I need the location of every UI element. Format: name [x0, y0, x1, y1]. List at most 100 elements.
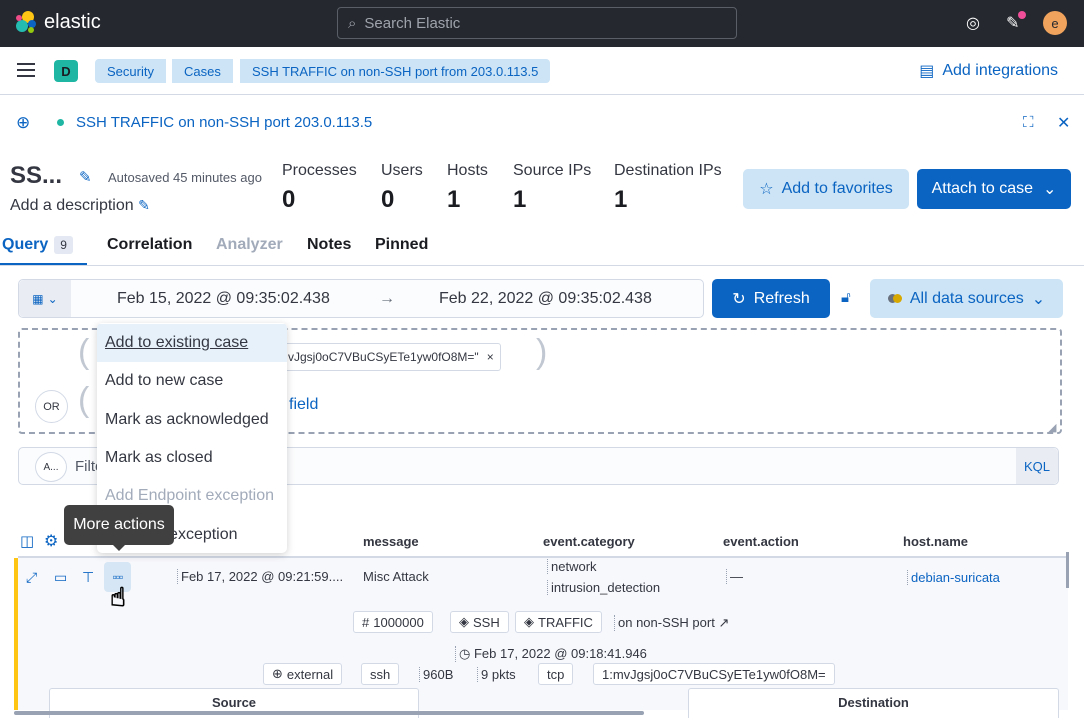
- tab-analyzer: Analyzer: [216, 236, 283, 253]
- event-timestamp[interactable]: ◷ Feb 17, 2022 @ 09:18:41.946: [455, 646, 647, 662]
- expand-event-icon[interactable]: ⤢: [26, 569, 37, 586]
- description-label: Add a description: [10, 197, 134, 214]
- menu-item-add-to-new-case[interactable]: Add to new case: [97, 362, 287, 400]
- stat-value: 0: [381, 186, 395, 213]
- community-id-badge[interactable]: 1:mvJgsj0oC7VBuCSyETe1yw0fO8M=: [593, 663, 835, 685]
- kql-toggle[interactable]: KQL: [1016, 448, 1058, 484]
- start-date[interactable]: Feb 15, 2022 @ 09:35:02.438: [117, 290, 330, 308]
- cell-event-category[interactable]: network: [547, 559, 597, 574]
- lock-icon[interactable]: 🔓︎: [841, 289, 851, 306]
- open-paren: (: [78, 381, 90, 419]
- refresh-label: Refresh: [753, 289, 810, 307]
- close-icon[interactable]: ✕: [1057, 113, 1070, 133]
- tab-correlation[interactable]: Correlation: [107, 236, 192, 254]
- hamburger-menu-icon[interactable]: [17, 63, 35, 77]
- provider-value: vJgsj0oC7VBuCSyETe1yw0fO8M=": [288, 350, 479, 364]
- add-to-favorites-label: Add to favorites: [781, 180, 893, 197]
- transport-badge[interactable]: tcp: [538, 663, 574, 685]
- and-badge[interactable]: A...: [35, 452, 67, 482]
- quick-select-button[interactable]: ▦ ⌄: [19, 280, 71, 317]
- active-tab-indicator: [0, 263, 87, 265]
- remove-icon[interactable]: ×: [487, 350, 494, 364]
- search-icon: ⌕: [348, 14, 357, 32]
- close-paren: ): [536, 333, 548, 371]
- field-browser-icon[interactable]: ◫: [20, 532, 34, 550]
- add-description[interactable]: Add a description ✎: [10, 197, 150, 215]
- data-sources-dropdown[interactable]: All data sources ⌄: [870, 279, 1063, 318]
- chevron-down-icon: ⌄: [1042, 181, 1057, 198]
- stat-processes: Processes 0: [282, 162, 357, 214]
- tab-badge: 9: [54, 236, 73, 254]
- menu-item-mark-acknowledged[interactable]: Mark as acknowledged: [97, 401, 287, 439]
- refresh-button[interactable]: ↻ Refresh: [712, 279, 830, 318]
- tab-query[interactable]: Query 9: [2, 236, 73, 254]
- menu-item-add-to-existing-case[interactable]: Add to existing case: [97, 324, 287, 362]
- global-search-input[interactable]: ⌕ Search Elastic: [337, 7, 737, 39]
- drop-field-link[interactable]: field: [289, 396, 318, 414]
- timeline-title-text: SSH TRAFFIC on non-SSH port 203.0.113.5: [76, 114, 373, 131]
- bytes-value[interactable]: 960B: [419, 667, 453, 682]
- stat-destination-ips: Destination IPs 1: [614, 162, 722, 214]
- cell-event-action[interactable]: —: [726, 569, 743, 584]
- elastic-logo-icon: [16, 11, 36, 33]
- edit-name-icon[interactable]: ✎: [79, 168, 92, 186]
- add-note-icon[interactable]: ▭: [54, 569, 67, 586]
- add-integrations-label: Add integrations: [942, 62, 1058, 79]
- stat-label: Source IPs: [513, 162, 592, 179]
- notification-dot: [1018, 11, 1026, 19]
- tag-icon: ◈: [524, 614, 534, 629]
- tag-badge[interactable]: ◈ TRAFFIC: [515, 611, 602, 633]
- cell-host-name[interactable]: debian-suricata: [907, 570, 1000, 585]
- integrations-icon: ▤: [919, 63, 935, 80]
- breadcrumb-cases[interactable]: Cases: [172, 59, 233, 83]
- network-direction: external: [286, 666, 334, 682]
- attach-to-case-button[interactable]: Attach to case ⌄: [917, 169, 1071, 209]
- tab-pinned[interactable]: Pinned: [375, 236, 428, 254]
- cell-event-category[interactable]: intrusion_detection: [547, 580, 660, 595]
- end-date[interactable]: Feb 22, 2022 @ 09:35:02.438: [439, 290, 652, 308]
- tab-notes[interactable]: Notes: [307, 236, 351, 254]
- timeline-tabs: Query 9 Correlation Analyzer Notes Pinned: [0, 228, 1084, 266]
- gear-icon[interactable]: ⚙: [44, 531, 58, 551]
- rule-link[interactable]: on non-SSH port ↗: [614, 615, 729, 631]
- menu-item-mark-closed[interactable]: Mark as closed: [97, 439, 287, 477]
- vertical-scrollbar[interactable]: [1066, 552, 1069, 588]
- calendar-icon: ▦: [32, 291, 44, 306]
- cell-message[interactable]: Misc Attack: [363, 569, 429, 584]
- add-new-timeline-icon[interactable]: ⊕: [16, 113, 30, 133]
- column-header-event-action[interactable]: event.action: [723, 534, 799, 549]
- nav-bar: D Security Cases SSH TRAFFIC on non-SSH …: [0, 47, 1084, 95]
- tag-label: TRAFFIC: [538, 614, 593, 630]
- pin-icon[interactable]: ⊤: [82, 569, 94, 586]
- resize-handle-icon[interactable]: ◢: [1048, 421, 1056, 434]
- tag-badge[interactable]: ◈ SSH: [450, 611, 509, 633]
- stat-users: Users 0: [381, 162, 423, 214]
- date-range-picker: ▦ ⌄ Feb 15, 2022 @ 09:35:02.438 → Feb 22…: [18, 279, 704, 318]
- arrow-icon: →: [379, 290, 395, 307]
- network-direction-badge[interactable]: ⊕ external: [263, 663, 343, 685]
- column-header-message[interactable]: message: [363, 534, 419, 549]
- help-icon[interactable]: ◎: [966, 13, 980, 33]
- add-integrations-link[interactable]: ▤ Add integrations: [919, 61, 1058, 81]
- tag-icon: ◈: [459, 614, 469, 629]
- chevron-down-icon: ⌄: [1031, 290, 1046, 308]
- packets-value[interactable]: 9 pkts: [477, 667, 516, 682]
- cell-timestamp[interactable]: Feb 17, 2022 @ 09:21:59....: [177, 569, 343, 584]
- open-paren: (: [78, 333, 90, 371]
- breadcrumb-security[interactable]: Security: [95, 59, 166, 83]
- horizontal-scrollbar[interactable]: [14, 711, 644, 715]
- full-screen-icon[interactable]: ⛶: [1023, 114, 1034, 131]
- column-header-host-name[interactable]: host.name: [903, 534, 968, 549]
- column-header-event-category[interactable]: event.category: [543, 534, 635, 549]
- user-avatar[interactable]: e: [1043, 11, 1067, 35]
- clock-icon: ◷: [459, 646, 471, 661]
- query-provider-badge[interactable]: vJgsj0oC7VBuCSyETe1yw0fO8M=" ×: [283, 343, 501, 371]
- protocol-badge[interactable]: ssh: [361, 663, 400, 685]
- space-avatar[interactable]: D: [54, 60, 78, 82]
- rule-id-badge[interactable]: #1000000: [353, 611, 433, 633]
- tooltip-arrow: [112, 544, 126, 551]
- elastic-logo[interactable]: elastic: [14, 10, 101, 34]
- stat-label: Destination IPs: [614, 162, 722, 179]
- search-placeholder: Search Elastic: [364, 14, 461, 32]
- add-to-favorites-button[interactable]: ☆ Add to favorites: [743, 169, 909, 209]
